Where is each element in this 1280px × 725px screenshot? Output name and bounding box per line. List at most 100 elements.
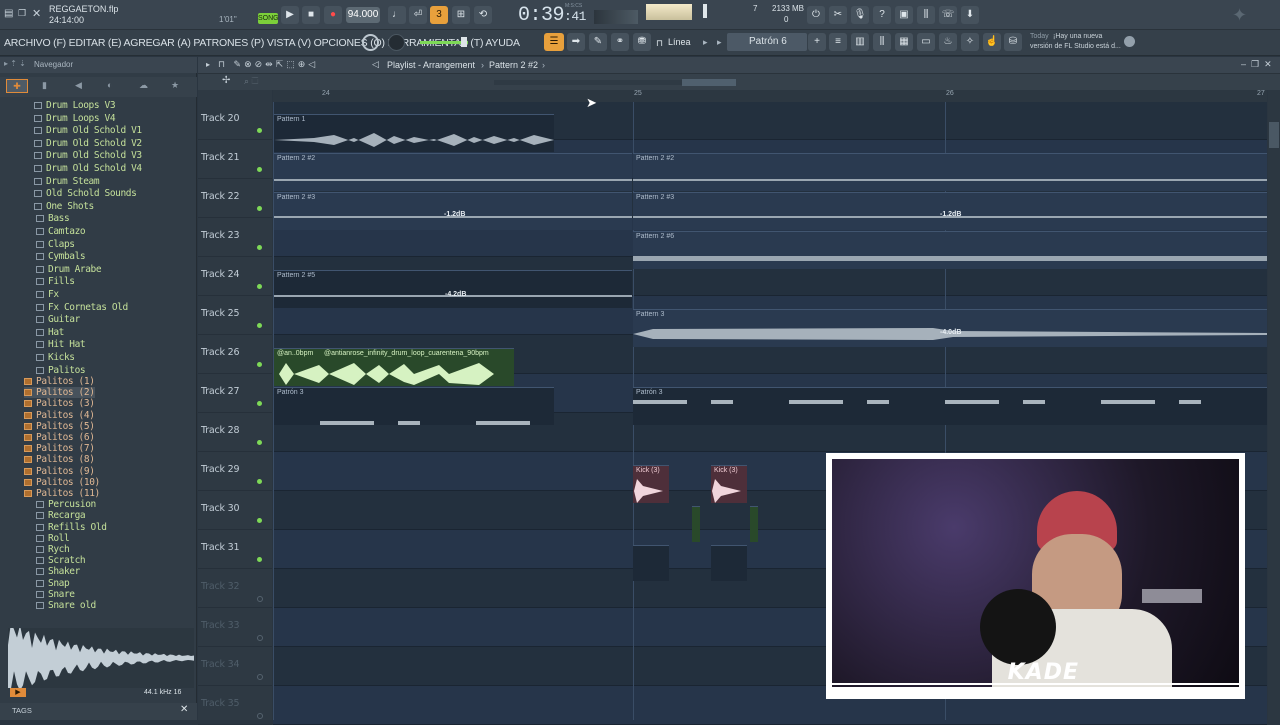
browser-item[interactable]: Drum Old Schold V2: [34, 138, 142, 149]
browser-item[interactable]: Fx Cornetas Old: [36, 302, 128, 313]
vertical-scrollbar[interactable]: [1268, 90, 1280, 720]
browser-item[interactable]: Snare old: [36, 600, 96, 611]
scrollbar-thumb[interactable]: [682, 79, 736, 86]
clip-pattern-2-3a[interactable]: Pattern 2 #3 -1.2dB: [274, 192, 632, 230]
browser-item[interactable]: Drum Loops V3: [34, 100, 116, 111]
news-line1[interactable]: ¡Hay una nueva: [1053, 33, 1102, 40]
browser-item[interactable]: Rych: [36, 544, 70, 555]
browser-tab-star-icon[interactable]: ★: [171, 80, 179, 91]
browser-item[interactable]: Hat: [36, 327, 64, 338]
track-header[interactable]: Track 34: [198, 647, 272, 686]
pattern-prev-icon[interactable]: ▸: [717, 37, 722, 48]
track-mute-led[interactable]: [257, 635, 263, 641]
browser-item[interactable]: Snare: [36, 589, 75, 600]
help-icon[interactable]: ?: [873, 6, 891, 24]
snap-arrow-icon[interactable]: ▸: [703, 37, 708, 48]
browser-item[interactable]: Drum Old Schold V1: [34, 125, 142, 136]
track-header[interactable]: Track 26: [198, 335, 272, 374]
track-header[interactable]: Track 31: [198, 530, 272, 569]
track-mute-led[interactable]: [257, 479, 262, 484]
window-controls[interactable]: ▤ ❐ ✕: [4, 8, 44, 22]
playlist-icon[interactable]: ≡: [829, 33, 847, 51]
brush-icon[interactable]: ✎: [589, 33, 607, 51]
loop-record-icon[interactable]: ⟲: [474, 6, 492, 24]
record-button[interactable]: ●: [324, 6, 342, 24]
browser-tab-cloud-icon[interactable]: ☁: [139, 80, 148, 91]
clip-patron-3a[interactable]: Patrón 3: [274, 387, 554, 425]
browser-tab-all[interactable]: ✚: [6, 79, 28, 93]
track-header[interactable]: Track 30: [198, 491, 272, 530]
browser-item[interactable]: Fx: [36, 289, 59, 300]
clip-kick-2[interactable]: Kick (3): [711, 465, 747, 503]
browser-item[interactable]: Palitos (1): [24, 376, 95, 387]
browser-arrows-icon[interactable]: ▸ ⇡ ⇣: [4, 59, 26, 68]
track-mute-led[interactable]: [257, 323, 262, 328]
track-header[interactable]: Track 28: [198, 413, 272, 452]
playlist-mode-icon[interactable]: ☰: [544, 33, 564, 51]
store-icon[interactable]: ⛁: [1004, 33, 1022, 51]
arrow-right-icon[interactable]: ➡: [567, 33, 585, 51]
browser-icon[interactable]: ▭: [917, 33, 935, 51]
snap-selector[interactable]: Línea: [668, 37, 691, 47]
zoom-icon[interactable]: ⌕ ⬚: [244, 76, 258, 87]
close-icon[interactable]: ✕: [32, 7, 41, 20]
touch-icon[interactable]: ☝: [983, 33, 1001, 51]
track-header[interactable]: Track 25: [198, 296, 272, 335]
mixer-view-icon[interactable]: ⫼: [873, 33, 891, 51]
countdown-icon[interactable]: 3: [430, 6, 448, 24]
move-icon[interactable]: ✢: [222, 75, 230, 86]
browser-item[interactable]: Palitos (8): [24, 454, 95, 465]
track-header[interactable]: Track 32: [198, 569, 272, 608]
browser-item[interactable]: Recarga: [36, 510, 86, 521]
track-mute-led[interactable]: [257, 167, 262, 172]
browser-item[interactable]: Shaker: [36, 566, 80, 577]
browser-item[interactable]: Palitos (6): [24, 432, 95, 443]
track-mute-led[interactable]: [257, 362, 262, 367]
track-header[interactable]: Track 35: [198, 686, 272, 725]
track-header[interactable]: Track 24: [198, 257, 272, 296]
link-icon[interactable]: ⚭: [611, 33, 629, 51]
browser-item[interactable]: Kicks: [36, 352, 75, 363]
browser-item[interactable]: Drum Steam: [34, 176, 100, 187]
mixer-icon[interactable]: ⫼: [917, 6, 935, 24]
track-mute-led[interactable]: [257, 518, 262, 523]
browser-item[interactable]: Palitos (3): [24, 398, 95, 409]
track-header[interactable]: Track 27: [198, 374, 272, 413]
clip-pattern-2-5[interactable]: Pattern 2 #5 -4.2dB: [274, 270, 632, 308]
clip-pattern-2-2b[interactable]: Pattern 2 #2: [633, 153, 1267, 191]
stamp-icon[interactable]: ⛃: [633, 33, 651, 51]
menu-icon[interactable]: ▤: [4, 8, 13, 19]
track-mute-led[interactable]: [257, 557, 262, 562]
clip-fx-2[interactable]: [750, 506, 758, 542]
browser-item[interactable]: Drum Loops V4: [34, 113, 116, 124]
sample-play-icon[interactable]: ▶: [10, 688, 26, 697]
browser-item[interactable]: Drum Old Schold V4: [34, 163, 142, 174]
track-header[interactable]: Track 23: [198, 218, 272, 257]
browser-item[interactable]: Palitos: [36, 365, 86, 376]
clip-pattern-2-2a[interactable]: Pattern 2 #2: [274, 153, 632, 191]
track-mute-led[interactable]: [257, 713, 263, 719]
plugin-icon[interactable]: ♨: [939, 33, 957, 51]
browser-item[interactable]: Drum Arabe: [36, 264, 102, 275]
browser-item[interactable]: Roll: [36, 533, 70, 544]
track-mute-led[interactable]: [257, 284, 262, 289]
piano-roll-icon[interactable]: ▥: [851, 33, 869, 51]
tools-icon[interactable]: ✧: [961, 33, 979, 51]
shortcut-icon[interactable]: ✂: [829, 6, 847, 24]
browser-item[interactable]: Refills Old: [36, 522, 107, 533]
clip-hits-1[interactable]: [633, 545, 669, 581]
browser-tab-speaker-icon[interactable]: ◀: [75, 80, 82, 91]
browser-item[interactable]: Snap: [36, 578, 70, 589]
pattern-add-icon[interactable]: +: [808, 33, 826, 51]
browser-item[interactable]: Palitos (4): [24, 410, 95, 421]
clip-pattern-2-3b[interactable]: Pattern 2 #3 -1.2dB: [633, 192, 1267, 230]
browser-item[interactable]: Fills: [36, 276, 75, 287]
play-button[interactable]: ▶: [281, 6, 299, 24]
chat-icon[interactable]: ☏: [939, 6, 957, 24]
track-header[interactable]: Track 33: [198, 608, 272, 647]
browser-item[interactable]: Guitar: [36, 314, 80, 325]
track-mute-led[interactable]: [257, 401, 262, 406]
playlist-window-controls[interactable]: –❐✕: [1241, 59, 1277, 70]
browser-item[interactable]: Palitos (9): [24, 466, 95, 477]
song-mode-button[interactable]: SONG: [258, 13, 279, 24]
